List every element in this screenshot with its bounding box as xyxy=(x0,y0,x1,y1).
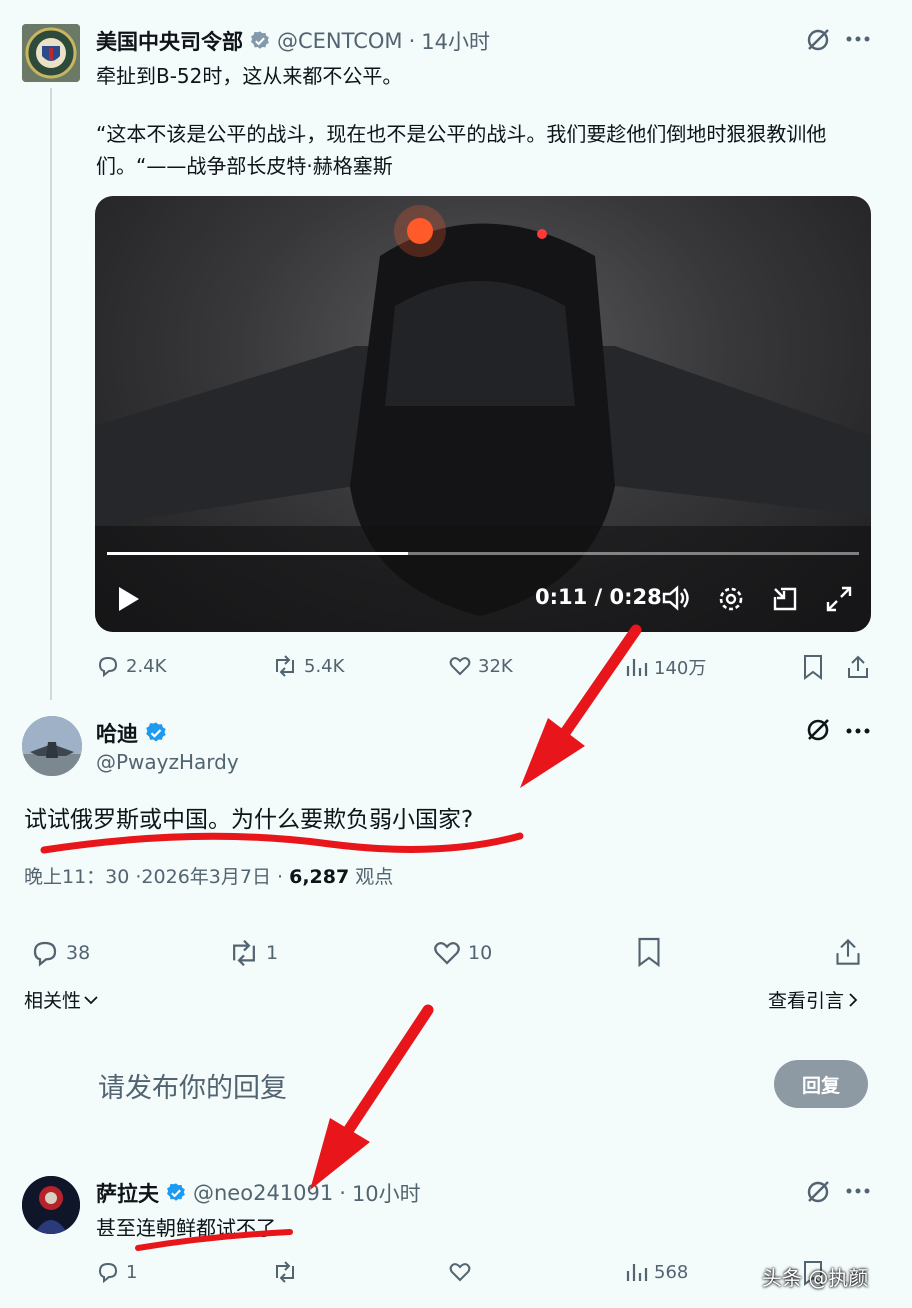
like-icon[interactable] xyxy=(448,1260,472,1284)
hardy-avatar[interactable] xyxy=(22,716,82,776)
share-icon[interactable] xyxy=(834,936,862,968)
tweet3-views-stat[interactable]: 568 xyxy=(624,1260,688,1284)
like-icon xyxy=(448,654,472,678)
tweet1-header: 美国中央司令部 @CENTCOM · 14小时 xyxy=(96,26,490,56)
views-icon xyxy=(624,1260,648,1284)
tweet3-reply-count: 1 xyxy=(126,1261,138,1283)
like-icon xyxy=(432,938,462,968)
tweet1-time[interactable]: 14小时 xyxy=(421,26,490,56)
tweet2-reply-stat[interactable]: 38 xyxy=(30,938,90,968)
tweet1-quote: “这本不该是公平的战斗，现在也不是公平的战斗。我们要趁他们倒地时狠狠教训他们。“… xyxy=(96,122,827,178)
saraf-avatar[interactable] xyxy=(22,1176,80,1234)
tweet3-author-name[interactable]: 萨拉夫 xyxy=(96,1178,159,1208)
more-icon[interactable] xyxy=(846,728,870,734)
settings-icon[interactable] xyxy=(717,585,745,613)
tweet1-repost-stat[interactable]: 5.4K xyxy=(272,654,344,678)
chevron-down-icon xyxy=(83,994,99,1006)
grok-icon[interactable] xyxy=(804,1178,832,1206)
red-underline xyxy=(40,832,524,854)
tweet3-views-count: 568 xyxy=(654,1261,689,1283)
red-arrow xyxy=(554,624,642,746)
bookmark-icon[interactable] xyxy=(802,654,824,680)
repost-icon xyxy=(272,654,298,678)
thread-line xyxy=(50,88,52,700)
bookmark-icon[interactable] xyxy=(636,936,662,968)
more-icon[interactable] xyxy=(846,36,870,42)
video-frame-b52 xyxy=(95,205,871,632)
pip-icon[interactable] xyxy=(771,585,799,613)
tweet3-separator: · xyxy=(339,1181,346,1205)
tweet1-like-count: 32K xyxy=(478,655,513,677)
tweet2-text: 试试俄罗斯或中国。为什么要欺负弱小国家? xyxy=(24,807,474,833)
tweet1-like-stat[interactable]: 32K xyxy=(448,654,513,678)
views-icon xyxy=(624,655,648,679)
video-progress-bar[interactable] xyxy=(107,552,859,555)
view-quotes-label: 查看引言 xyxy=(768,990,845,1012)
tweet3-time[interactable]: 10小时 xyxy=(352,1178,421,1208)
share-icon[interactable] xyxy=(846,654,870,680)
tweet2-like-count: 10 xyxy=(468,942,493,964)
tweet2-meta: 晚上11：30 ·2026年3月7日 · 6,287 观点 xyxy=(24,862,393,889)
tweet2-author-name[interactable]: 哈迪 xyxy=(96,718,138,748)
tweet1-views-count: 140万 xyxy=(654,658,707,679)
tweet2-reply-count: 38 xyxy=(66,942,91,964)
tweet1-separator: · xyxy=(408,29,416,53)
centcom-avatar[interactable] xyxy=(22,24,80,82)
tweet1-handle[interactable]: @CENTCOM xyxy=(277,29,403,53)
grok-icon[interactable] xyxy=(804,26,832,54)
tweet1-repost-count: 5.4K xyxy=(304,655,345,677)
reply-icon xyxy=(30,938,60,968)
volume-icon[interactable] xyxy=(661,584,691,612)
repost-icon[interactable] xyxy=(272,1260,298,1284)
tweet2-author[interactable]: 哈迪 xyxy=(96,718,168,748)
sort-label: 相关性 xyxy=(24,990,82,1012)
play-icon[interactable] xyxy=(117,586,141,612)
view-quotes-link[interactable]: 查看引言 xyxy=(768,986,858,1013)
video-player[interactable]: 0:11 / 0:28 xyxy=(95,196,871,632)
tweet1-reply-stat[interactable]: 2.4K xyxy=(96,654,166,678)
tweet1-author-name[interactable]: 美国中央司令部 xyxy=(96,26,243,56)
verified-icon xyxy=(165,1182,187,1204)
tweet3-reply-stat[interactable]: 1 xyxy=(96,1260,137,1284)
red-arrowhead xyxy=(520,718,585,788)
tweet2-views-label: 观点 xyxy=(349,866,394,888)
tweet2-views-count: 6,287 xyxy=(289,866,350,888)
fullscreen-icon[interactable] xyxy=(825,585,853,613)
reply-icon xyxy=(96,1260,120,1284)
verified-gray-icon xyxy=(249,30,271,52)
reply-icon xyxy=(96,654,120,678)
reply-button[interactable]: 回复 xyxy=(774,1060,868,1108)
repost-icon xyxy=(228,938,260,968)
tweet2-handle[interactable]: @PwayzHardy xyxy=(96,750,239,774)
tweet2-repost-count: 1 xyxy=(266,942,279,964)
reply-input[interactable]: 请发布你的回复 xyxy=(98,1066,287,1105)
red-arrow xyxy=(336,1004,434,1146)
more-icon[interactable] xyxy=(846,1188,870,1194)
chevron-right-icon xyxy=(848,992,858,1008)
tweet3-handle[interactable]: @neo241091 xyxy=(193,1181,333,1205)
video-progress-fill xyxy=(107,552,408,555)
tweet3-text: 甚至连朝鲜都试不了 xyxy=(96,1216,276,1240)
sort-dropdown[interactable]: 相关性 xyxy=(24,986,99,1013)
tweet1-views-stat[interactable]: 140万 xyxy=(624,654,706,680)
tweet3-header: 萨拉夫 @neo241091 · 10小时 xyxy=(96,1178,421,1208)
verified-icon xyxy=(144,721,168,745)
watermark: 头条 @执颜 xyxy=(762,1266,869,1290)
video-time: 0:11 / 0:28 xyxy=(535,585,662,609)
grok-icon[interactable] xyxy=(804,716,832,744)
tweet1-text-line: 牵扯到B-52时，这从来都不公平。 xyxy=(96,64,403,88)
tweet2-timestamp[interactable]: 晚上11：30 ·2026年3月7日 · xyxy=(24,866,289,888)
tweet1-reply-count: 2.4K xyxy=(126,655,167,677)
tweet2-repost-stat[interactable]: 1 xyxy=(228,938,278,968)
tweet2-like-stat[interactable]: 10 xyxy=(432,938,492,968)
